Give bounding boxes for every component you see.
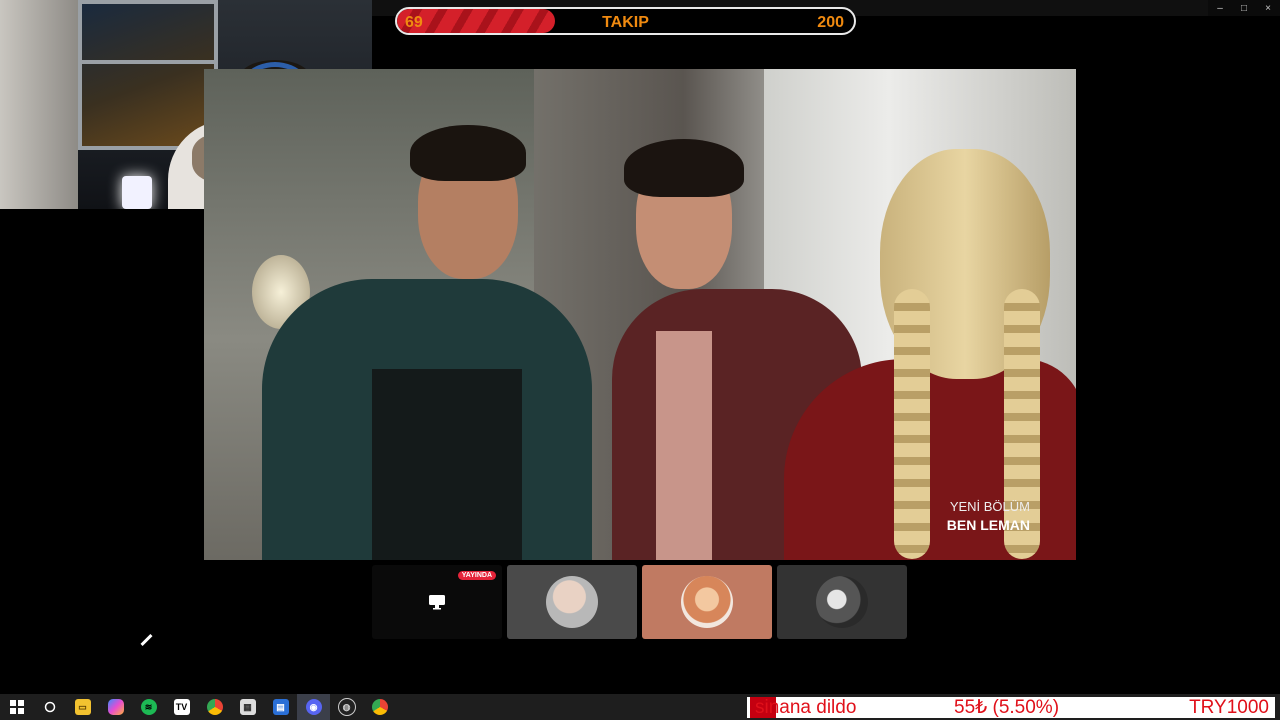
tradingview-icon[interactable]: TV: [165, 694, 198, 720]
file-explorer-icon[interactable]: ▭: [66, 694, 99, 720]
close-button[interactable]: ×: [1256, 0, 1280, 16]
video-caption-sub: YENİ BÖLÜM: [949, 499, 1030, 514]
discord-icon[interactable]: ◉: [297, 694, 330, 720]
follower-goal-bar: 69 TAKIP 200: [395, 7, 856, 35]
maximize-button[interactable]: □: [1232, 0, 1256, 16]
store-icon[interactable]: ▦: [231, 694, 264, 720]
main-video[interactable]: YENİ BÖLÜM BEN LEMAN: [204, 69, 1076, 560]
avatar: [681, 576, 733, 628]
mouse-cursor-icon: [140, 633, 153, 647]
tile-participant-1[interactable]: [507, 565, 637, 639]
video-person-1-hair: [410, 125, 526, 181]
video-person-2-shirt: [656, 331, 712, 560]
donation-ticker: sinana dildo 55₺ (5.50%) TRY1000: [747, 697, 1275, 718]
minimize-button[interactable]: –: [1208, 0, 1232, 16]
app-icon[interactable]: ▤: [264, 694, 297, 720]
avatar: [546, 576, 598, 628]
cam-wall: [0, 0, 78, 209]
video-braid-left: [894, 289, 930, 559]
video-person-2-hair: [624, 139, 744, 197]
ticker-goal: TRY1000: [1189, 696, 1269, 718]
video-caption-title: BEN LEMAN: [946, 517, 1030, 533]
monitor-icon: [429, 595, 445, 610]
video-person-1-apron: [372, 369, 522, 560]
chrome-profile-icon[interactable]: [363, 694, 396, 720]
spotify-icon[interactable]: ≋: [132, 694, 165, 720]
search-circle-icon[interactable]: [33, 694, 66, 720]
window-controls: – □ ×: [1208, 0, 1280, 16]
tile-participant-3[interactable]: [777, 565, 907, 639]
ticker-donor-message: sinana dildo: [755, 696, 857, 718]
avatar: [816, 576, 868, 628]
cam-lamp: [122, 176, 152, 209]
tile-participant-2[interactable]: [642, 565, 772, 639]
obs-icon[interactable]: ◍: [330, 694, 363, 720]
goal-target-count: 200: [817, 14, 844, 31]
goal-title: TAKIP: [602, 14, 649, 31]
windows-start-icon[interactable]: [0, 694, 33, 720]
participant-tiles: YAYINDA: [372, 565, 907, 639]
ticker-amount: 55₺ (5.50%): [954, 697, 1060, 718]
copilot-icon[interactable]: [99, 694, 132, 720]
chrome-icon[interactable]: [198, 694, 231, 720]
tile-screen-share[interactable]: YAYINDA: [372, 565, 502, 639]
live-badge: YAYINDA: [457, 571, 496, 580]
